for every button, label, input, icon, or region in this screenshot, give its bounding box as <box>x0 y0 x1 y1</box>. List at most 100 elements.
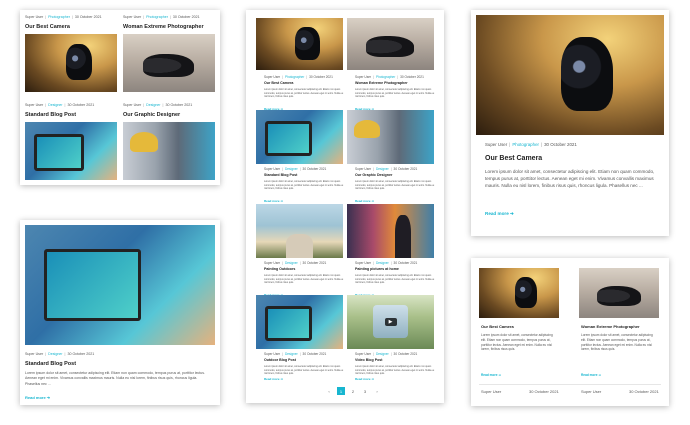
post-image-camera[interactable] <box>256 18 343 70</box>
post-date: 30 October 2021 <box>529 389 559 394</box>
post-excerpt: Lorem ipsum dolor sit amet, consectetur … <box>355 88 435 99</box>
post-image-blog[interactable] <box>25 122 117 180</box>
post-image-camera[interactable] <box>479 268 559 318</box>
single-blog-card: Super User | Designer | 30 October 2021 Stan… <box>20 220 220 405</box>
post-title[interactable]: Outdoor Blog Post <box>264 358 296 363</box>
author-link[interactable]: Super User <box>485 142 507 147</box>
post-image-camera[interactable] <box>25 34 117 92</box>
post-title[interactable]: Our Best Camera <box>264 81 293 86</box>
pagination: ‹ 1 2 3 › <box>325 387 381 395</box>
post-meta: Super User | Designer | 30 October 2021 <box>25 352 95 356</box>
two-column-blog-card: Our Best Camera Lorem ipsum dolor sit am… <box>471 258 669 406</box>
post-meta: Super User | Designer | 30 October 2021 <box>264 352 327 356</box>
post-image-blog[interactable] <box>256 110 343 164</box>
post-title[interactable]: Our Best Camera <box>485 155 542 163</box>
post-image-blog[interactable] <box>25 225 215 345</box>
card-divider <box>479 384 661 385</box>
author-link[interactable]: Super User <box>123 103 141 107</box>
post-excerpt: Lorem ipsum dolor sit amet, consectetur … <box>355 180 435 191</box>
post-excerpt: Lorem ipsum dolor sit amet, consectetur … <box>485 169 655 188</box>
read-more-link[interactable]: Read more ➔ <box>581 373 601 377</box>
post-date: 30 October 2021 <box>67 103 95 107</box>
read-more-link[interactable]: Read more ➔ <box>485 211 514 217</box>
author-link[interactable]: Super User <box>25 352 43 356</box>
post-title[interactable]: Video Blog Post <box>355 358 383 363</box>
play-icon[interactable]: ▶ <box>384 318 397 326</box>
post-author[interactable]: Super User <box>481 390 501 394</box>
post-excerpt: Lorem ipsum dolor sit amet, consectetur … <box>581 333 653 352</box>
post-date: 30 October 2021 <box>165 103 193 107</box>
post-excerpt: Lorem ipsum dolor sit amet, consectetur … <box>355 365 435 375</box>
post-title[interactable]: Woman Extreme Photographer <box>123 24 204 30</box>
post-title[interactable]: Our Graphic Designer <box>123 112 180 118</box>
read-more-link[interactable]: Read more ➔ <box>25 396 50 400</box>
post-excerpt: Lorem ipsum dolor sit amet, consectetur … <box>264 180 344 191</box>
post-title[interactable]: Standard Blog Post <box>25 361 76 367</box>
post-image-designer[interactable] <box>347 110 434 164</box>
post-image-designer[interactable] <box>123 122 215 180</box>
post-meta: Super User | Photographer | 30 October 2021 <box>355 75 424 79</box>
read-more-link[interactable]: Read more ➔ <box>481 373 501 377</box>
post-title[interactable]: Our Best Camera <box>481 324 514 329</box>
page-2-button[interactable]: 2 <box>349 387 357 395</box>
prev-page-button[interactable]: ‹ <box>325 387 333 395</box>
post-image-blog[interactable] <box>256 295 343 349</box>
post-title[interactable]: Painting Outdoors <box>264 267 295 272</box>
post-meta: Super User | Designer | 30 October 2021 <box>355 352 418 356</box>
read-more-link[interactable]: Read more ➔ <box>264 200 283 203</box>
post-title[interactable]: Woman Extreme Photographer <box>355 81 408 86</box>
post-meta: Super User | Designer | 30 October 2021 <box>25 103 95 107</box>
post-image-photographer[interactable] <box>347 18 434 70</box>
category-link[interactable]: Photographer <box>48 15 70 19</box>
author-link[interactable]: Super User <box>123 15 141 19</box>
post-meta: Super User | Designer | 30 October 2021 <box>264 167 327 171</box>
post-meta: Super User | Designer | 30 October 2021 <box>264 261 327 265</box>
post-image-camera[interactable] <box>476 15 664 135</box>
post-date: 30 October 2021 <box>74 15 102 19</box>
post-image-photographer[interactable] <box>579 268 659 318</box>
author-link[interactable]: Super User <box>25 15 43 19</box>
read-more-link[interactable]: Read more ➔ <box>264 378 283 381</box>
post-image-painting[interactable] <box>347 204 434 258</box>
category-link[interactable]: Designer <box>48 103 62 107</box>
post-excerpt: Lorem ipsum dolor sit amet, consectetur … <box>481 333 553 352</box>
read-more-link[interactable]: Read more ➔ <box>355 378 374 381</box>
next-page-button[interactable]: › <box>373 387 381 395</box>
post-meta: Super User | Designer | 30 October 2021 <box>355 167 418 171</box>
post-title[interactable]: Standard Blog Post <box>264 173 297 178</box>
post-excerpt: Lorem ipsum dolor sit amet, consectetur … <box>264 274 344 285</box>
read-more-link[interactable]: Read more ➔ <box>355 200 374 203</box>
post-image-photographer[interactable] <box>123 34 215 92</box>
grid-blog-card: Super User | Photographer | 30 October 2021 … <box>20 10 220 185</box>
post-date: 30 October 2021 <box>172 15 200 19</box>
post-author[interactable]: Super User <box>581 390 601 394</box>
post-title[interactable]: Painting pictures at home <box>355 267 399 272</box>
post-title[interactable]: Woman Extreme Photographer <box>581 324 640 329</box>
page-3-button[interactable]: 3 <box>361 387 369 395</box>
post-title[interactable]: Our Graphic Designer <box>355 173 392 178</box>
post-excerpt: Lorem ipsum dolor sit amet, consectetur … <box>264 88 344 99</box>
post-meta: Super User | Designer | 30 October 2021 <box>355 261 418 265</box>
post-date: 30 October 2021 <box>629 389 659 394</box>
post-title[interactable]: Standard Blog Post <box>25 112 76 118</box>
category-link[interactable]: Designer <box>48 352 62 356</box>
post-title[interactable]: Our Best Camera <box>25 24 70 30</box>
post-image-video[interactable]: ▶ <box>347 295 434 349</box>
post-meta: Super User | Photographer | 30 October 2021 <box>485 142 577 147</box>
post-meta: Super User | Photographer | 30 October 2021 <box>123 15 200 19</box>
post-meta: Super User | Designer | 30 October 2021 <box>123 103 193 107</box>
page-1-button[interactable]: 1 <box>337 387 345 395</box>
author-link[interactable]: Super User <box>25 103 43 107</box>
post-excerpt: Lorem ipsum dolor sit amet, consectetur … <box>264 365 344 375</box>
post-image-beach[interactable] <box>256 204 343 258</box>
category-link[interactable]: Designer <box>146 103 160 107</box>
list-blog-card: Super User | Photographer | 30 October 2021 … <box>246 10 444 403</box>
post-meta: Super User | Photographer | 30 October 2021 <box>264 75 333 79</box>
featured-blog-card: Super User | Photographer | 30 October 2021 … <box>471 10 669 236</box>
category-link[interactable]: Photographer <box>146 15 168 19</box>
post-date: 30 October 2021 <box>544 142 577 147</box>
post-meta: Super User | Photographer | 30 October 2021 <box>25 15 102 19</box>
post-date: 30 October 2021 <box>67 352 95 356</box>
post-excerpt: Lorem ipsum dolor sit amet, consectetur … <box>355 274 435 285</box>
category-link[interactable]: Photographer <box>512 142 539 147</box>
